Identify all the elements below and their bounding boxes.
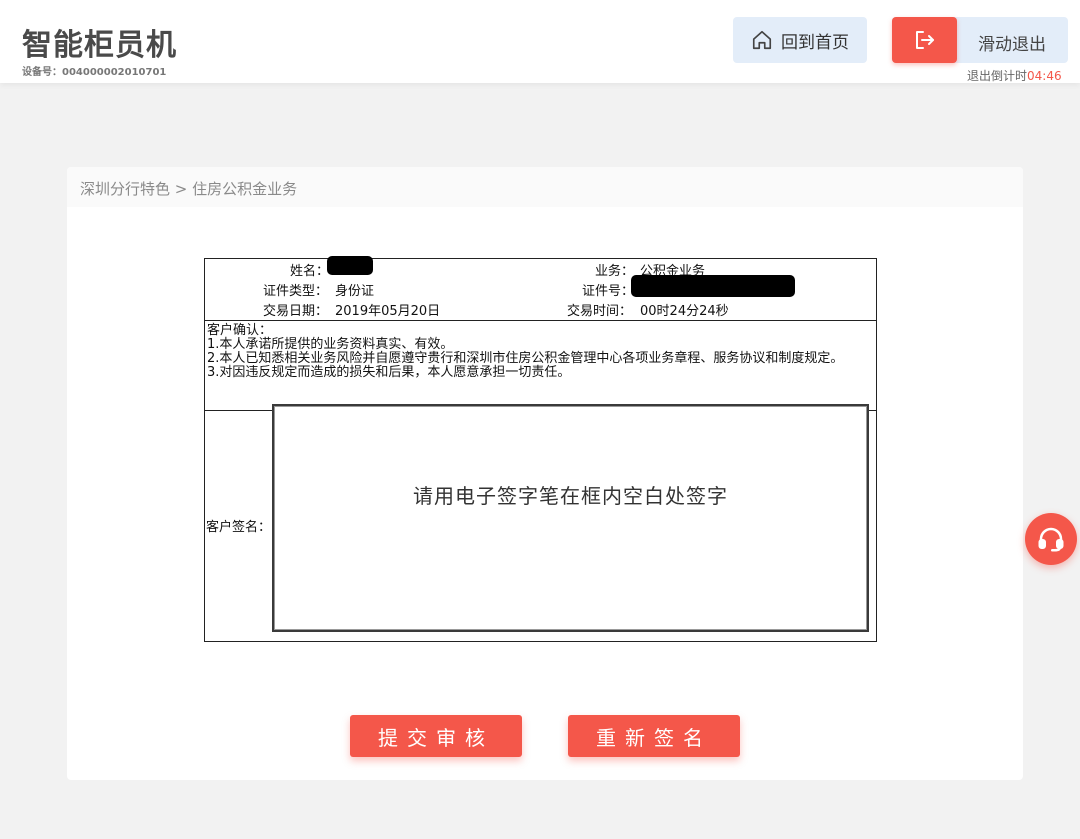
device-number: 设备号：004000002010701: [22, 67, 167, 78]
exit-countdown: 退出倒计时04:46: [967, 67, 1062, 84]
customer-support-button[interactable]: [1025, 513, 1077, 565]
slide-exit-label: 滑动退出: [978, 35, 1046, 55]
confirmation-item: 3.对因违反规定而造成的损失和后果，本人愿意承担一切责任。: [207, 365, 571, 380]
confirmation-form: 姓名： 业务： 公积金业务 证件类型： 身份证 证件号： 交易日期： 2019年…: [204, 256, 877, 642]
headset-icon: [1038, 527, 1064, 552]
breadcrumb: 深圳分行特色 > 住房公积金业务: [80, 180, 298, 198]
trade-time-label: 交易时间：: [567, 304, 633, 319]
confirmation-item: 1.本人承诺所提供的业务资料真实、有效。: [207, 337, 454, 352]
header: 智能柜员机 设备号：004000002010701 回到首页 滑动退出 退出倒计…: [0, 0, 1080, 83]
id-type-value: 身份证: [335, 284, 375, 299]
app-title: 智能柜员机: [22, 28, 177, 63]
signature-row: 客户签名： 请用电子签字笔在框内空白处签字: [205, 404, 876, 641]
main-card: 深圳分行特色 > 住房公积金业务 姓名： 业务： 公积金业务 证件类型： 身份证…: [67, 167, 1023, 780]
slide-exit-track[interactable]: 滑动退出: [892, 17, 1068, 63]
signature-pad[interactable]: 请用电子签字笔在框内空白处签字: [272, 404, 869, 632]
home-icon: [752, 30, 772, 50]
confirmation-title: 客户确认：: [207, 323, 273, 338]
home-button-label: 回到首页: [781, 32, 849, 53]
trade-time-value: 00时24分24秒: [640, 304, 729, 319]
breadcrumb-bar: 深圳分行特色 > 住房公积金业务: [67, 167, 1023, 207]
id-number-redaction: [631, 275, 795, 297]
exit-icon: [915, 31, 934, 49]
customer-confirmation: 客户确认： 1.本人承诺所提供的业务资料真实、有效。 2.本人已知悉相关业务风险…: [205, 321, 876, 411]
resign-button[interactable]: 重新签名: [568, 715, 740, 757]
form-info-section: 姓名： 业务： 公积金业务 证件类型： 身份证 证件号： 交易日期： 2019年…: [205, 256, 876, 321]
id-number-label: 证件号：: [582, 284, 635, 299]
business-label: 业务：: [595, 264, 635, 279]
home-button[interactable]: 回到首页: [733, 17, 867, 63]
name-label: 姓名：: [290, 264, 330, 279]
countdown-label: 退出倒计时: [967, 69, 1028, 83]
name-redaction: [327, 256, 373, 275]
trade-date-value: 2019年05月20日: [335, 304, 441, 319]
confirmation-item: 2.本人已知悉相关业务风险并自愿遵守贵行和深圳市住房公积金管理中心各项业务章程、…: [207, 351, 844, 366]
slide-exit-handle[interactable]: [892, 17, 957, 63]
submit-review-button[interactable]: 提交审核: [350, 715, 522, 757]
id-type-label: 证件类型：: [263, 284, 329, 299]
signature-label: 客户签名：: [206, 520, 272, 535]
signature-hint: 请用电子签字笔在框内空白处签字: [413, 484, 728, 508]
countdown-time: 04:46: [1027, 69, 1062, 83]
trade-date-label: 交易日期：: [263, 304, 329, 319]
